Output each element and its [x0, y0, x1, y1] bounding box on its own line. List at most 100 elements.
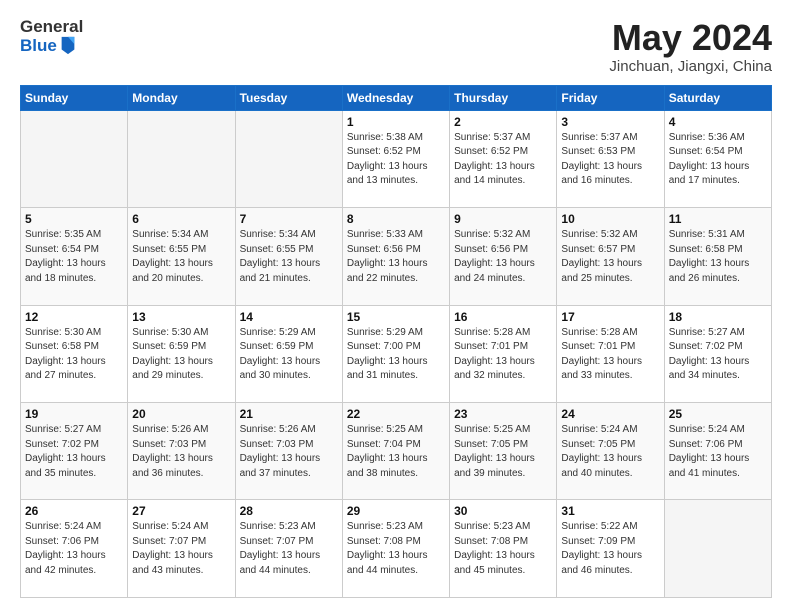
calendar-week-1: 1 Sunrise: 5:38 AM Sunset: 6:52 PM Daylig… — [21, 110, 772, 207]
day-number: 15 — [347, 310, 445, 324]
day-number: 11 — [669, 212, 767, 226]
day-info: Sunrise: 5:24 AM Sunset: 7:06 PM Dayligh… — [669, 423, 767, 481]
calendar-cell: 10 Sunrise: 5:32 AM Sunset: 6:57 PM Dayli… — [557, 208, 664, 305]
logo-general: General — [20, 18, 83, 37]
calendar-header-saturday: Saturday — [664, 85, 771, 110]
month-year: May 2024 — [609, 18, 772, 58]
day-info: Sunrise: 5:24 AM Sunset: 7:07 PM Dayligh… — [132, 520, 230, 578]
day-info: Sunrise: 5:24 AM Sunset: 7:05 PM Dayligh… — [561, 423, 659, 481]
location: Jinchuan, Jiangxi, China — [609, 58, 772, 75]
calendar-cell: 27 Sunrise: 5:24 AM Sunset: 7:07 PM Dayli… — [128, 500, 235, 598]
day-info: Sunrise: 5:33 AM Sunset: 6:56 PM Dayligh… — [347, 228, 445, 286]
day-info: Sunrise: 5:27 AM Sunset: 7:02 PM Dayligh… — [25, 423, 123, 481]
day-number: 28 — [240, 504, 338, 518]
day-number: 3 — [561, 115, 659, 129]
day-info: Sunrise: 5:37 AM Sunset: 6:53 PM Dayligh… — [561, 131, 659, 189]
calendar-cell: 21Sunrise: 5:26 AM Sunset: 7:03 PM Dayli… — [235, 403, 342, 500]
calendar-cell: 7Sunrise: 5:34 AM Sunset: 6:55 PM Daylig… — [235, 208, 342, 305]
day-info: Sunrise: 5:28 AM Sunset: 7:01 PM Dayligh… — [561, 326, 659, 384]
calendar-cell: 11 Sunrise: 5:31 AM Sunset: 6:58 PM Dayli… — [664, 208, 771, 305]
day-info: Sunrise: 5:32 AM Sunset: 6:57 PM Dayligh… — [561, 228, 659, 286]
calendar-cell — [664, 500, 771, 598]
day-number: 9 — [454, 212, 552, 226]
calendar-cell: 30 Sunrise: 5:23 AM Sunset: 7:08 PM Dayli… — [450, 500, 557, 598]
day-number: 6 — [132, 212, 230, 226]
calendar-header-row: SundayMondayTuesdayWednesdayThursdayFrid… — [21, 85, 772, 110]
calendar-cell: 22 Sunrise: 5:25 AM Sunset: 7:04 PM Dayli… — [342, 403, 449, 500]
title-block: May 2024 Jinchuan, Jiangxi, China — [609, 18, 772, 75]
calendar-cell — [128, 110, 235, 207]
day-number: 14 — [240, 310, 338, 324]
calendar-week-3: 12 Sunrise: 5:30 AM Sunset: 6:58 PM Dayli… — [21, 305, 772, 402]
calendar-week-2: 5Sunrise: 5:35 AM Sunset: 6:54 PM Daylig… — [21, 208, 772, 305]
calendar-header-wednesday: Wednesday — [342, 85, 449, 110]
calendar-cell: 26 Sunrise: 5:24 AM Sunset: 7:06 PM Dayli… — [21, 500, 128, 598]
day-info: Sunrise: 5:30 AM Sunset: 6:59 PM Dayligh… — [132, 326, 230, 384]
calendar-header-monday: Monday — [128, 85, 235, 110]
day-number: 24 — [561, 407, 659, 421]
day-info: Sunrise: 5:28 AM Sunset: 7:01 PM Dayligh… — [454, 326, 552, 384]
calendar-cell — [21, 110, 128, 207]
day-number: 12 — [25, 310, 123, 324]
day-info: Sunrise: 5:38 AM Sunset: 6:52 PM Dayligh… — [347, 131, 445, 189]
day-info: Sunrise: 5:25 AM Sunset: 7:05 PM Dayligh… — [454, 423, 552, 481]
calendar-cell — [235, 110, 342, 207]
day-number: 26 — [25, 504, 123, 518]
day-number: 30 — [454, 504, 552, 518]
calendar-cell: 1 Sunrise: 5:38 AM Sunset: 6:52 PM Daylig… — [342, 110, 449, 207]
calendar-cell: 23 Sunrise: 5:25 AM Sunset: 7:05 PM Dayli… — [450, 403, 557, 500]
day-number: 25 — [669, 407, 767, 421]
calendar-header-tuesday: Tuesday — [235, 85, 342, 110]
calendar-cell: 17Sunrise: 5:28 AM Sunset: 7:01 PM Dayli… — [557, 305, 664, 402]
calendar-table: SundayMondayTuesdayWednesdayThursdayFrid… — [20, 85, 772, 598]
day-number: 2 — [454, 115, 552, 129]
day-info: Sunrise: 5:29 AM Sunset: 6:59 PM Dayligh… — [240, 326, 338, 384]
day-number: 7 — [240, 212, 338, 226]
calendar-cell: 8Sunrise: 5:33 AM Sunset: 6:56 PM Daylig… — [342, 208, 449, 305]
day-info: Sunrise: 5:23 AM Sunset: 7:08 PM Dayligh… — [454, 520, 552, 578]
calendar-week-5: 26 Sunrise: 5:24 AM Sunset: 7:06 PM Dayli… — [21, 500, 772, 598]
day-info: Sunrise: 5:31 AM Sunset: 6:58 PM Dayligh… — [669, 228, 767, 286]
day-info: Sunrise: 5:34 AM Sunset: 6:55 PM Dayligh… — [132, 228, 230, 286]
day-info: Sunrise: 5:22 AM Sunset: 7:09 PM Dayligh… — [561, 520, 659, 578]
day-number: 31 — [561, 504, 659, 518]
day-number: 13 — [132, 310, 230, 324]
calendar-cell: 9Sunrise: 5:32 AM Sunset: 6:56 PM Daylig… — [450, 208, 557, 305]
page: General Blue May 2024 Jinchuan, Jiangxi,… — [0, 0, 792, 612]
calendar-cell: 28 Sunrise: 5:23 AM Sunset: 7:07 PM Dayli… — [235, 500, 342, 598]
calendar-cell: 15Sunrise: 5:29 AM Sunset: 7:00 PM Dayli… — [342, 305, 449, 402]
calendar-cell: 2 Sunrise: 5:37 AM Sunset: 6:52 PM Daylig… — [450, 110, 557, 207]
calendar-cell: 6 Sunrise: 5:34 AM Sunset: 6:55 PM Daylig… — [128, 208, 235, 305]
calendar-cell: 19 Sunrise: 5:27 AM Sunset: 7:02 PM Dayli… — [21, 403, 128, 500]
day-info: Sunrise: 5:30 AM Sunset: 6:58 PM Dayligh… — [25, 326, 123, 384]
calendar-header-friday: Friday — [557, 85, 664, 110]
day-info: Sunrise: 5:35 AM Sunset: 6:54 PM Dayligh… — [25, 228, 123, 286]
day-number: 19 — [25, 407, 123, 421]
calendar-cell: 5Sunrise: 5:35 AM Sunset: 6:54 PM Daylig… — [21, 208, 128, 305]
day-info: Sunrise: 5:23 AM Sunset: 7:08 PM Dayligh… — [347, 520, 445, 578]
day-info: Sunrise: 5:36 AM Sunset: 6:54 PM Dayligh… — [669, 131, 767, 189]
day-number: 16 — [454, 310, 552, 324]
calendar-cell: 12 Sunrise: 5:30 AM Sunset: 6:58 PM Dayli… — [21, 305, 128, 402]
logo: General Blue — [20, 18, 83, 55]
calendar-cell: 3 Sunrise: 5:37 AM Sunset: 6:53 PM Daylig… — [557, 110, 664, 207]
day-number: 18 — [669, 310, 767, 324]
day-number: 1 — [347, 115, 445, 129]
day-info: Sunrise: 5:27 AM Sunset: 7:02 PM Dayligh… — [669, 326, 767, 384]
day-info: Sunrise: 5:23 AM Sunset: 7:07 PM Dayligh… — [240, 520, 338, 578]
day-info: Sunrise: 5:26 AM Sunset: 7:03 PM Dayligh… — [240, 423, 338, 481]
calendar-cell: 13 Sunrise: 5:30 AM Sunset: 6:59 PM Dayli… — [128, 305, 235, 402]
day-info: Sunrise: 5:37 AM Sunset: 6:52 PM Dayligh… — [454, 131, 552, 189]
day-number: 23 — [454, 407, 552, 421]
calendar-cell: 14 Sunrise: 5:29 AM Sunset: 6:59 PM Dayli… — [235, 305, 342, 402]
logo-icon — [59, 35, 77, 55]
day-number: 29 — [347, 504, 445, 518]
calendar-header-thursday: Thursday — [450, 85, 557, 110]
day-info: Sunrise: 5:24 AM Sunset: 7:06 PM Dayligh… — [25, 520, 123, 578]
day-number: 10 — [561, 212, 659, 226]
day-number: 27 — [132, 504, 230, 518]
day-number: 22 — [347, 407, 445, 421]
calendar-cell: 16 Sunrise: 5:28 AM Sunset: 7:01 PM Dayli… — [450, 305, 557, 402]
calendar-week-4: 19 Sunrise: 5:27 AM Sunset: 7:02 PM Dayli… — [21, 403, 772, 500]
day-info: Sunrise: 5:25 AM Sunset: 7:04 PM Dayligh… — [347, 423, 445, 481]
